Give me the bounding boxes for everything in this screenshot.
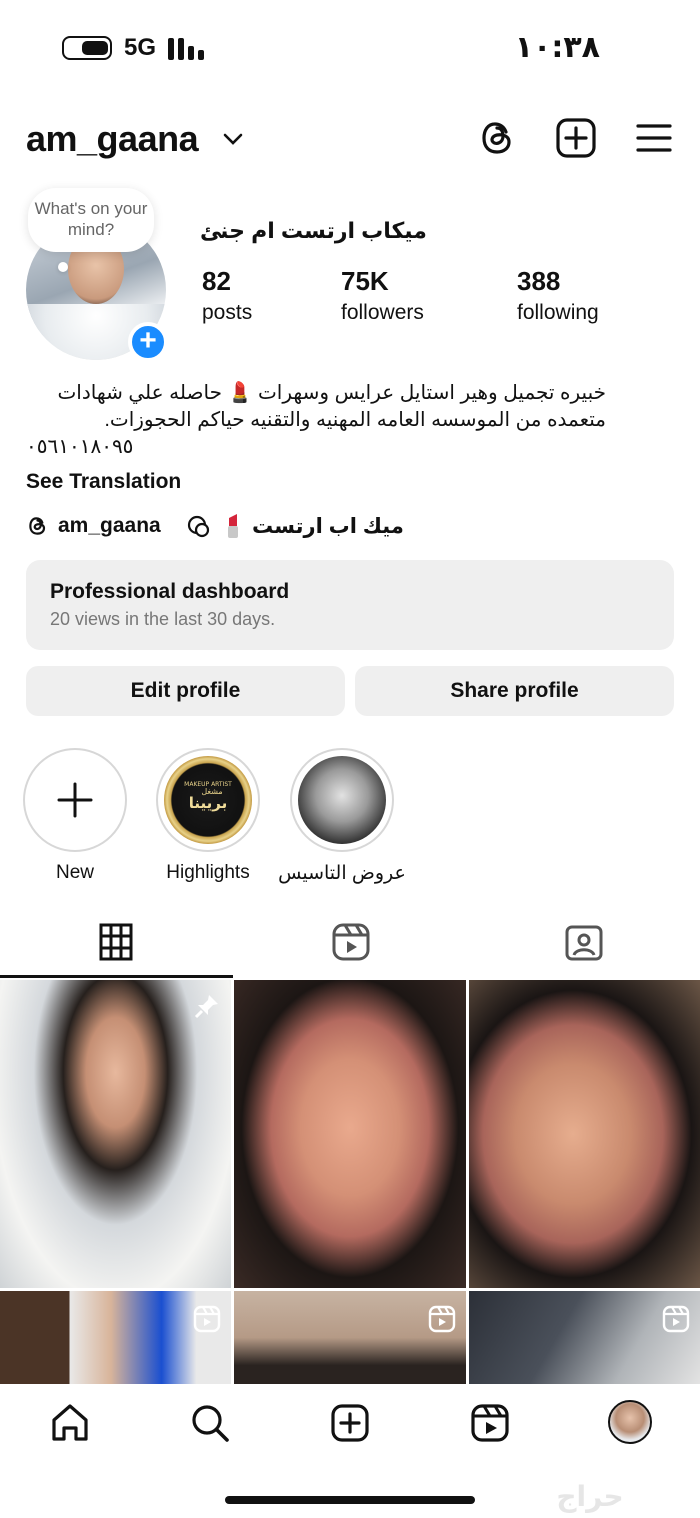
following-stat[interactable]: 388 following bbox=[517, 266, 599, 325]
channel-icon[interactable] bbox=[186, 514, 212, 540]
see-translation-link[interactable]: See Translation bbox=[26, 470, 181, 494]
highlight-label: عروض التاسيس bbox=[278, 863, 406, 884]
edit-profile-button[interactable]: Edit profile bbox=[26, 666, 345, 716]
highlight-cover-portrait bbox=[298, 756, 386, 844]
post-grid bbox=[0, 980, 700, 1384]
plus-icon bbox=[57, 782, 93, 818]
new-highlight-ring bbox=[23, 748, 127, 852]
tagged-icon bbox=[565, 925, 603, 961]
tab-grid[interactable] bbox=[0, 910, 233, 978]
posts-stat[interactable]: 82 posts bbox=[202, 266, 252, 325]
grid-icon bbox=[99, 923, 133, 961]
home-icon[interactable] bbox=[49, 1402, 91, 1444]
dashboard-subtitle: 20 views in the last 30 days. bbox=[50, 609, 276, 629]
status-bar: 5G ١٠:٣٨ bbox=[0, 0, 700, 96]
followers-count: 75K bbox=[341, 266, 389, 296]
create-post-icon[interactable] bbox=[554, 116, 598, 160]
reel-thumbnail[interactable] bbox=[0, 1291, 231, 1384]
profile-header: am_gaana bbox=[0, 110, 700, 170]
highlight-highlights[interactable]: MAKEUP ARTIST مشغل بريينا Highlights bbox=[156, 748, 260, 884]
followers-stat[interactable]: 75K followers bbox=[341, 266, 424, 325]
battery-icon bbox=[62, 36, 112, 60]
threads-handle-link[interactable]: am_gaana bbox=[58, 514, 161, 538]
watermark-logo: حراج bbox=[556, 1480, 623, 1514]
highlight-ring bbox=[290, 748, 394, 852]
threads-icon[interactable] bbox=[476, 116, 520, 160]
tab-tagged[interactable] bbox=[466, 910, 699, 978]
channel-title-link[interactable]: ميك اب ارتست bbox=[252, 514, 404, 539]
post-thumbnail[interactable] bbox=[469, 980, 700, 1288]
clock: ١٠:٣٨ bbox=[514, 30, 600, 65]
lipstick-icon bbox=[228, 514, 238, 538]
profile-avatar-tab[interactable] bbox=[608, 1400, 652, 1444]
following-count: 388 bbox=[517, 266, 561, 296]
reels-icon bbox=[662, 1305, 690, 1333]
profile-tabs bbox=[0, 910, 700, 978]
reels-icon bbox=[193, 1305, 221, 1333]
following-label: following bbox=[517, 301, 599, 324]
highlight-label: Highlights bbox=[166, 862, 250, 883]
menu-icon[interactable] bbox=[632, 116, 676, 160]
post-thumbnail[interactable] bbox=[0, 980, 231, 1288]
highlight-offers[interactable]: عروض التاسيس bbox=[278, 748, 406, 885]
search-icon[interactable] bbox=[189, 1402, 231, 1444]
professional-dashboard[interactable]: Professional dashboard 20 views in the l… bbox=[26, 560, 674, 650]
post-thumbnail[interactable] bbox=[234, 980, 466, 1288]
followers-label: followers bbox=[341, 301, 424, 324]
reel-thumbnail[interactable] bbox=[234, 1291, 466, 1384]
highlight-cover-logo: MAKEUP ARTIST مشغل بريينا bbox=[164, 756, 252, 844]
reels-icon[interactable] bbox=[469, 1402, 511, 1444]
tab-reels[interactable] bbox=[233, 910, 466, 978]
logo-text-main: بريينا bbox=[189, 794, 227, 812]
create-icon[interactable] bbox=[329, 1402, 371, 1444]
links-row: am_gaana ميك اب ارتست bbox=[26, 512, 426, 542]
note-bubble[interactable]: What's on your mind? bbox=[28, 188, 154, 252]
signal-icon bbox=[168, 36, 208, 60]
username-title[interactable]: am_gaana bbox=[26, 118, 199, 160]
note-bubble-tail bbox=[58, 262, 68, 272]
home-indicator bbox=[225, 1496, 475, 1504]
network-type: 5G bbox=[124, 34, 157, 61]
svg-text:حراج: حراج bbox=[556, 1480, 623, 1514]
chevron-down-icon[interactable] bbox=[222, 128, 244, 150]
bio-phone: ٠٥٦١٠١٨٠٩٥ bbox=[26, 436, 134, 458]
dashboard-title: Professional dashboard bbox=[50, 580, 290, 603]
highlight-ring: MAKEUP ARTIST مشغل بريينا bbox=[156, 748, 260, 852]
bio-line-1: خبيره تجميل وهير استايل عرايس وسهرات 💄 ح… bbox=[57, 382, 606, 404]
pin-icon bbox=[194, 995, 218, 1019]
reels-icon bbox=[428, 1305, 456, 1333]
highlight-label: New bbox=[55, 862, 94, 883]
bio: خبيره تجميل وهير استايل عرايس وسهرات 💄 ح… bbox=[26, 380, 606, 461]
reels-icon bbox=[332, 923, 370, 961]
add-story-icon[interactable]: + bbox=[128, 322, 168, 362]
display-name: ميكاب ارتست ام جنئ bbox=[200, 218, 427, 243]
highlight-new[interactable]: New bbox=[23, 748, 127, 884]
bio-line-2: متعمده من الموسسه العامه المهنيه والتقني… bbox=[104, 409, 606, 431]
posts-label: posts bbox=[202, 301, 253, 324]
posts-count: 82 bbox=[202, 266, 231, 296]
threads-icon[interactable] bbox=[26, 514, 50, 538]
share-profile-button[interactable]: Share profile bbox=[355, 666, 674, 716]
reel-thumbnail[interactable] bbox=[469, 1291, 700, 1384]
